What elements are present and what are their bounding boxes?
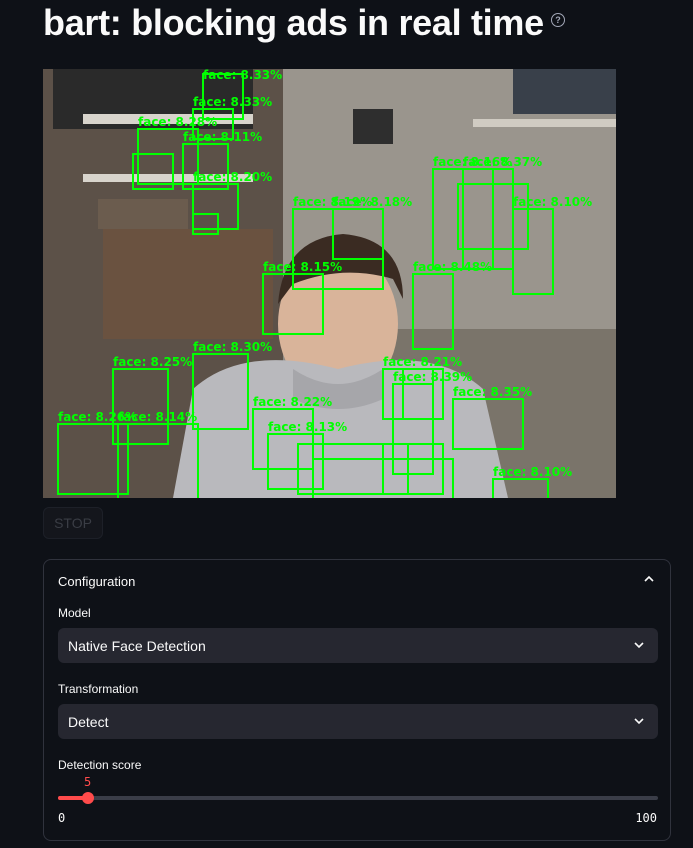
detection-label: face: 8.15% bbox=[263, 260, 342, 274]
chevron-down-icon bbox=[634, 718, 644, 725]
stop-button[interactable]: STOP bbox=[43, 507, 103, 539]
page-title: bart: blocking ads in real time ? bbox=[43, 2, 565, 44]
transformation-select-value: Detect bbox=[68, 713, 109, 730]
model-select[interactable]: Native Face Detection bbox=[58, 628, 658, 663]
detection-label: face: 8.11% bbox=[183, 130, 262, 144]
configuration-header[interactable]: Configuration bbox=[58, 574, 135, 589]
video-frame: face: 8.33%face: 8.33%face: 8.28%face: 8… bbox=[43, 69, 616, 498]
detection-score-slider[interactable] bbox=[58, 792, 658, 804]
detection-label: face: 8.22% bbox=[253, 395, 332, 409]
detection-label: face: 8.33% bbox=[193, 95, 272, 109]
detection-label: face: 8.13% bbox=[268, 420, 347, 434]
detection-label: face: 8.14% bbox=[118, 410, 197, 424]
detection-label: face: 8.35% bbox=[453, 385, 532, 399]
transformation-label: Transformation bbox=[58, 682, 139, 696]
slider-min-label: 0 bbox=[58, 811, 66, 825]
detection-label: face: 8.21% bbox=[383, 355, 462, 369]
detection-label: face: 8.20% bbox=[193, 170, 272, 184]
webcam-video-feed: face: 8.33% face: 8.33% face: 8.28% face: 8… bbox=[43, 69, 616, 498]
detection-label: face: 8.48% bbox=[413, 260, 492, 274]
detection-label: face: 8.18% bbox=[333, 195, 412, 209]
detection-label: face: 8.39% bbox=[393, 370, 472, 384]
question-circle-icon[interactable]: ? bbox=[550, 13, 565, 27]
page-title-text: bart: blocking ads in real time bbox=[43, 2, 544, 43]
configuration-panel: Configuration Model Native Face Detectio… bbox=[43, 559, 671, 841]
detection-label: face: 8.28% bbox=[138, 115, 217, 129]
detection-label: face: 8.10% bbox=[493, 465, 572, 479]
detection-label: face: 8.37% bbox=[463, 155, 542, 169]
detection-score-label: Detection score bbox=[58, 758, 142, 772]
model-select-value: Native Face Detection bbox=[68, 637, 206, 654]
detection-label: face: 8.25% bbox=[113, 355, 192, 369]
transformation-select[interactable]: Detect bbox=[58, 704, 658, 739]
chevron-down-icon bbox=[634, 642, 644, 649]
detection-label: face: 8.33% bbox=[203, 69, 282, 82]
detection-score-value: 5 bbox=[84, 775, 92, 789]
model-label: Model bbox=[58, 606, 91, 620]
slider-max-label: 100 bbox=[635, 811, 657, 825]
slider-thumb[interactable] bbox=[82, 792, 94, 804]
detection-label: face: 8.10% bbox=[513, 195, 592, 209]
chevron-up-icon[interactable] bbox=[644, 574, 654, 584]
detection-label: face: 8.30% bbox=[193, 340, 272, 354]
